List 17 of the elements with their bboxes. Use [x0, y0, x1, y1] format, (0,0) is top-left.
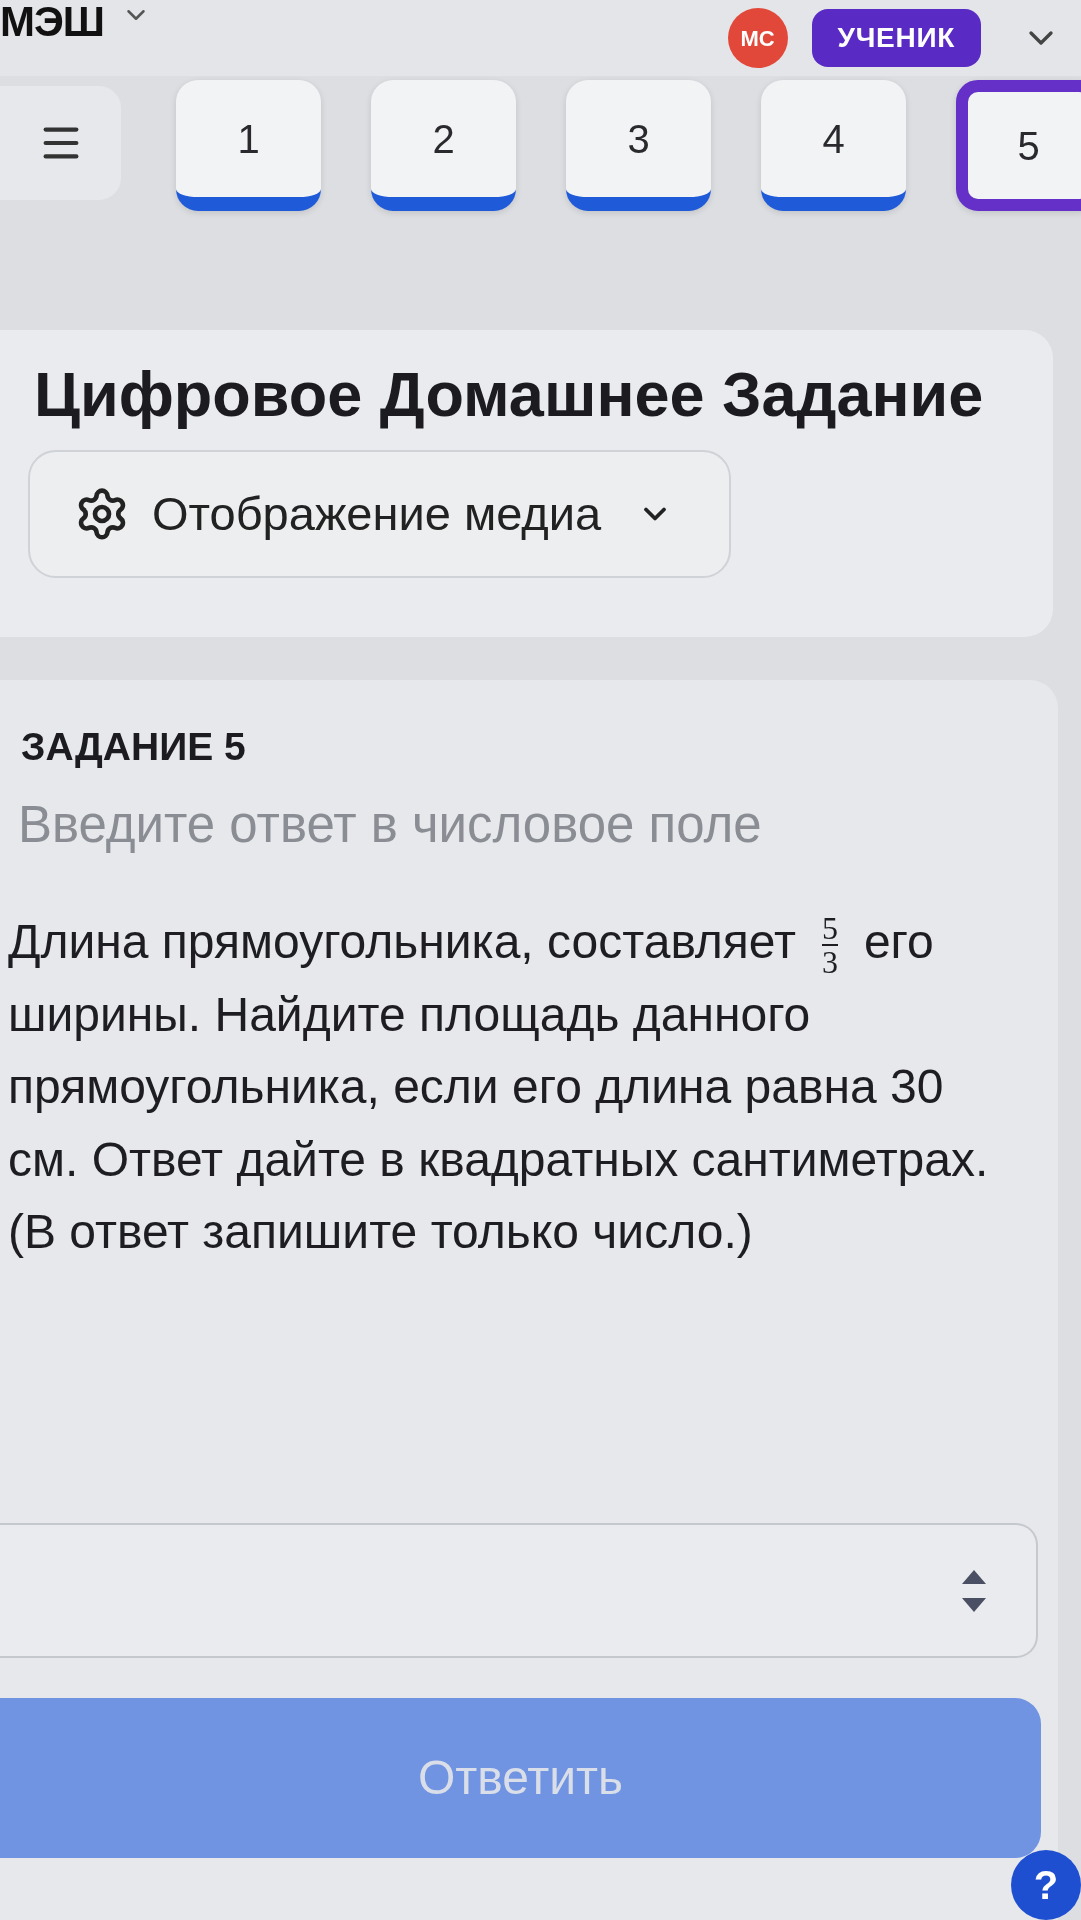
homework-title: Цифровое Домашнее Задание — [34, 358, 984, 430]
media-dropdown[interactable]: Отображение медиа — [28, 450, 731, 578]
answer-field[interactable] — [0, 1523, 1038, 1658]
task-tab[interactable]: 2 — [371, 80, 516, 211]
task-tab[interactable]: 4 — [761, 80, 906, 211]
down-triangle-icon[interactable] — [962, 1597, 986, 1612]
up-triangle-icon[interactable] — [962, 1569, 986, 1584]
task-tab[interactable]: 1 — [176, 80, 321, 211]
task-instruction: Введите ответ в числовое поле — [18, 796, 762, 854]
task-heading: ЗАДАНИЕ 5 — [21, 726, 246, 768]
role-badge[interactable]: УЧЕНИК — [811, 9, 981, 67]
menu-button[interactable] — [0, 86, 121, 200]
user-avatar[interactable]: МС — [727, 8, 788, 68]
task-tab[interactable]: 3 — [566, 80, 711, 211]
task-tab[interactable]: 5 — [956, 80, 1081, 211]
help-button[interactable]: ? — [1011, 1850, 1081, 1920]
app-logo[interactable]: МЭШ — [0, 0, 104, 44]
